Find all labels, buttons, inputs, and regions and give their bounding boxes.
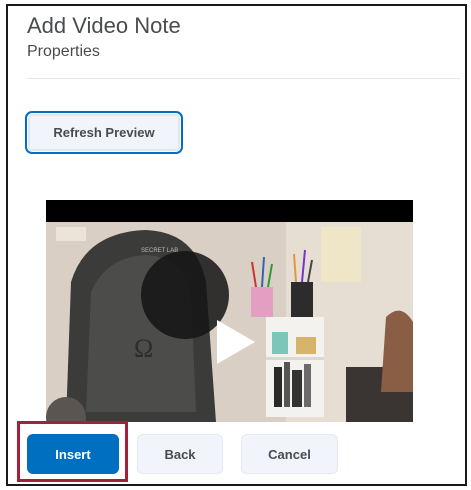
refresh-preview-button[interactable]: Refresh Preview [25, 111, 183, 154]
book [292, 370, 302, 407]
wall-poster [321, 227, 361, 282]
dialog-frame-bottom [6, 484, 467, 486]
side-object [381, 310, 413, 392]
cancel-button[interactable]: Cancel [241, 434, 338, 474]
header-divider [27, 78, 460, 79]
book [304, 364, 311, 407]
dialog-subtitle: Properties [27, 43, 100, 60]
shelf-item [296, 337, 316, 354]
insert-button[interactable]: Insert [27, 434, 119, 474]
play-button[interactable] [141, 251, 229, 339]
chair-symbol: Ω [134, 334, 153, 363]
back-button[interactable]: Back [137, 434, 223, 474]
shelf-divider [266, 357, 324, 360]
wall-note [56, 227, 86, 241]
pen-cup [251, 287, 273, 317]
book [284, 362, 290, 407]
play-icon [217, 320, 255, 364]
shelf-item [272, 332, 288, 354]
video-preview[interactable]: SECRET LAB Ω [46, 200, 413, 422]
book [274, 367, 282, 407]
pen-cup [291, 282, 313, 317]
dialog-title: Add Video Note [27, 13, 181, 38]
